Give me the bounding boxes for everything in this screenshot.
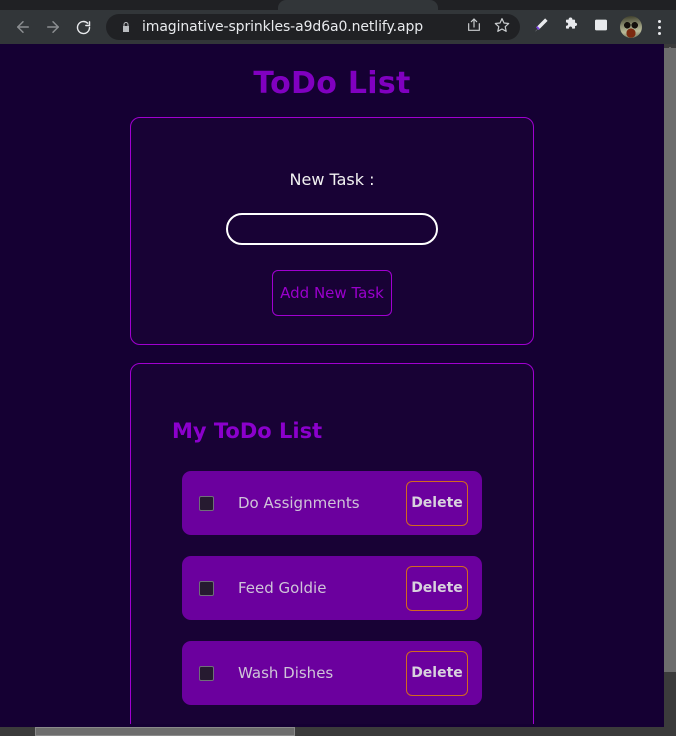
three-dot-menu-icon (657, 19, 661, 23)
forward-arrow-icon (44, 18, 62, 36)
page-title: ToDo List (253, 66, 411, 101)
task-label: Do Assignments (238, 494, 360, 512)
task-row[interactable]: Wash Dishes Delete (182, 641, 482, 705)
profile-button[interactable] (616, 12, 646, 42)
new-task-input[interactable] (226, 213, 438, 245)
page-viewport: ToDo List New Task : Add New Task My ToD… (0, 44, 676, 736)
scrollbar-corner (664, 724, 676, 736)
task-list: Do Assignments Delete Feed Goldie Delete… (131, 471, 533, 705)
horizontal-scrollbar-thumb[interactable] (35, 727, 295, 736)
eyedropper-icon (532, 16, 550, 39)
browser-window: imaginative-sprinkles-a9d6a0.netlify.app (0, 0, 676, 736)
task-label: Wash Dishes (238, 664, 334, 682)
task-row[interactable]: Do Assignments Delete (182, 471, 482, 535)
list-heading: My ToDo List (172, 419, 323, 443)
share-icon (466, 17, 482, 38)
reload-icon (75, 19, 92, 36)
task-checkbox[interactable] (199, 665, 214, 681)
forward-button[interactable] (38, 12, 68, 42)
three-dot-menu-icon (657, 25, 661, 29)
task-row[interactable]: Feed Goldie Delete (182, 556, 482, 620)
delete-task-button[interactable]: Delete (406, 480, 468, 526)
new-task-card: New Task : Add New Task (130, 117, 534, 345)
add-new-task-button[interactable]: Add New Task (272, 270, 392, 316)
browser-toolbar: imaginative-sprinkles-a9d6a0.netlify.app (0, 10, 676, 44)
three-dot-menu-button[interactable] (646, 12, 672, 42)
task-checkbox[interactable] (199, 495, 214, 511)
profile-avatar-icon (620, 16, 642, 38)
vertical-scrollbar[interactable] (664, 44, 676, 736)
side-panel-button[interactable] (586, 12, 616, 42)
todo-list-card: My ToDo List Do Assignments Delete Feed … (130, 363, 534, 736)
task-label: Feed Goldie (238, 579, 327, 597)
three-dot-menu-icon (657, 31, 661, 35)
share-button[interactable] (460, 15, 488, 39)
delete-task-button[interactable]: Delete (406, 650, 468, 696)
reload-button[interactable] (68, 12, 98, 42)
address-bar[interactable]: imaginative-sprinkles-a9d6a0.netlify.app (106, 14, 520, 40)
new-task-label: New Task : (289, 170, 375, 189)
vertical-scrollbar-thumb[interactable] (664, 48, 676, 672)
task-checkbox[interactable] (199, 580, 214, 596)
url-text: imaginative-sprinkles-a9d6a0.netlify.app (142, 19, 424, 35)
tab-strip (0, 0, 676, 10)
eyedropper-button[interactable] (526, 12, 556, 42)
todo-app: ToDo List New Task : Add New Task My ToD… (0, 44, 664, 736)
puzzle-extension-icon (563, 16, 580, 38)
horizontal-scrollbar[interactable] (0, 724, 664, 736)
back-arrow-icon (14, 18, 32, 36)
browser-tab[interactable] (278, 0, 438, 10)
side-panel-icon (593, 17, 609, 38)
delete-task-button[interactable]: Delete (406, 565, 468, 611)
bookmark-star-icon (494, 17, 510, 38)
bookmark-button[interactable] (488, 15, 516, 39)
lock-icon (120, 21, 132, 33)
back-button[interactable] (8, 12, 38, 42)
extensions-button[interactable] (556, 12, 586, 42)
